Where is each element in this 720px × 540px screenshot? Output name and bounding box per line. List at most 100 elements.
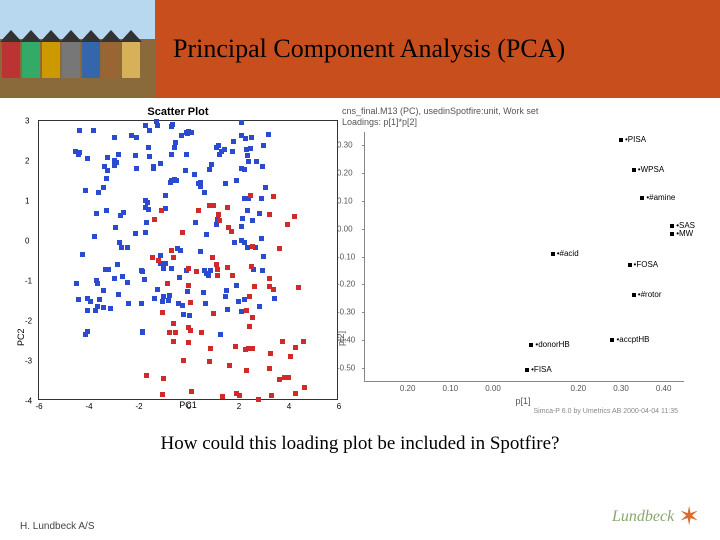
scatter-point: [208, 346, 213, 351]
scatter-point: [220, 394, 225, 399]
scatter-point: [211, 311, 216, 316]
scatter-point: [146, 145, 151, 150]
scatter-point: [161, 376, 166, 381]
scatter-plot-area: -6-4-20246-4-3-2-10123: [38, 120, 338, 400]
loading-point: [551, 252, 555, 256]
scatter-point: [269, 393, 274, 398]
scatter-point: [267, 212, 272, 217]
scatter-point: [227, 363, 232, 368]
scatter-point: [76, 297, 81, 302]
scatter-point: [165, 281, 170, 286]
scatter-point: [113, 225, 118, 230]
scatter-ylabel: PC2: [16, 328, 26, 346]
scatter-point: [216, 143, 221, 148]
scatter-point: [104, 176, 109, 181]
scatter-point: [250, 244, 255, 249]
scatter-point: [120, 274, 125, 279]
scatter-point: [257, 211, 262, 216]
loading-xlabel: p[1]: [364, 396, 682, 406]
scatter-point: [288, 354, 293, 359]
scatter-point: [158, 253, 163, 258]
scatter-point: [218, 332, 223, 337]
scatter-point: [301, 339, 306, 344]
scatter-point: [239, 120, 244, 125]
scatter-point: [161, 294, 166, 299]
loading-point-label: •#rotor: [638, 290, 662, 299]
scatter-title: Scatter Plot: [18, 106, 338, 118]
scatter-point: [179, 133, 184, 138]
scatter-point: [126, 301, 131, 306]
scatter-point: [151, 164, 156, 169]
scatter-point: [160, 310, 165, 315]
scatter-point: [198, 249, 203, 254]
header-photo: [0, 0, 155, 98]
scatter-point: [146, 207, 151, 212]
scatter-point: [203, 301, 208, 306]
scatter-point: [250, 218, 255, 223]
scatter-point: [189, 389, 194, 394]
scatter-point: [186, 340, 191, 345]
scatter-point: [181, 312, 186, 317]
scatter-point: [196, 208, 201, 213]
scatter-point: [217, 218, 222, 223]
scatter-point: [245, 208, 250, 213]
scatter-point: [293, 391, 298, 396]
scatter-point: [125, 280, 130, 285]
scatter-point: [161, 266, 166, 271]
loading-point-label: •#amine: [646, 193, 675, 202]
scatter-point: [178, 248, 183, 253]
scatter-point: [282, 375, 287, 380]
loading-point: [640, 196, 644, 200]
scatter-point: [142, 277, 147, 282]
scatter-point: [240, 216, 245, 221]
scatter-point: [169, 124, 174, 129]
scatter-point: [248, 193, 253, 198]
scatter-point: [186, 325, 191, 330]
scatter-point: [177, 275, 182, 280]
scatter-point: [233, 344, 238, 349]
scatter-point: [85, 156, 90, 161]
scatter-point: [223, 181, 228, 186]
company-logo: Lundbeck ✶: [612, 501, 700, 532]
scatter-point: [201, 290, 206, 295]
loading-point-label: •FISA: [531, 365, 552, 374]
scatter-point: [168, 180, 173, 185]
scatter-point: [169, 152, 174, 157]
scatter-point: [232, 240, 237, 245]
scatter-point: [247, 324, 252, 329]
scatter-point: [143, 123, 148, 128]
scatter-point: [214, 262, 219, 267]
scatter-point: [207, 359, 212, 364]
scatter-point: [247, 294, 252, 299]
scatter-point: [215, 273, 220, 278]
scatter-point: [207, 167, 212, 172]
scatter-point: [101, 185, 106, 190]
page-title: Principal Component Analysis (PCA): [173, 34, 565, 64]
scatter-point: [144, 220, 149, 225]
scatter-point: [85, 308, 90, 313]
scatter-point: [133, 231, 138, 236]
scatter-point: [234, 391, 239, 396]
slide-footer: H. Lundbeck A/S Lundbeck ✶: [0, 501, 720, 532]
loading-header-1: cns_final.M13 (PC), usedinSpotfire:unit,…: [342, 106, 538, 116]
scatter-point: [160, 392, 165, 397]
scatter-point: [198, 180, 203, 185]
scatter-point: [116, 152, 121, 157]
scatter-point: [230, 273, 235, 278]
scatter-point: [145, 200, 150, 205]
scatter-point: [183, 168, 188, 173]
scatter-point: [267, 366, 272, 371]
scatter-point: [261, 143, 266, 148]
scatter-point: [184, 152, 189, 157]
scatter-point: [115, 262, 120, 267]
scatter-point: [222, 147, 227, 152]
scatter-point: [102, 164, 107, 169]
scatter-point: [259, 196, 264, 201]
scatter-point: [105, 155, 110, 160]
loading-header: cns_final.M13 (PC), usedinSpotfire:unit,…: [342, 106, 682, 128]
scatter-point: [244, 308, 249, 313]
scatter-point: [244, 368, 249, 373]
scatter-point: [140, 329, 145, 334]
scatter-point: [156, 258, 161, 263]
loading-point: [670, 232, 674, 236]
